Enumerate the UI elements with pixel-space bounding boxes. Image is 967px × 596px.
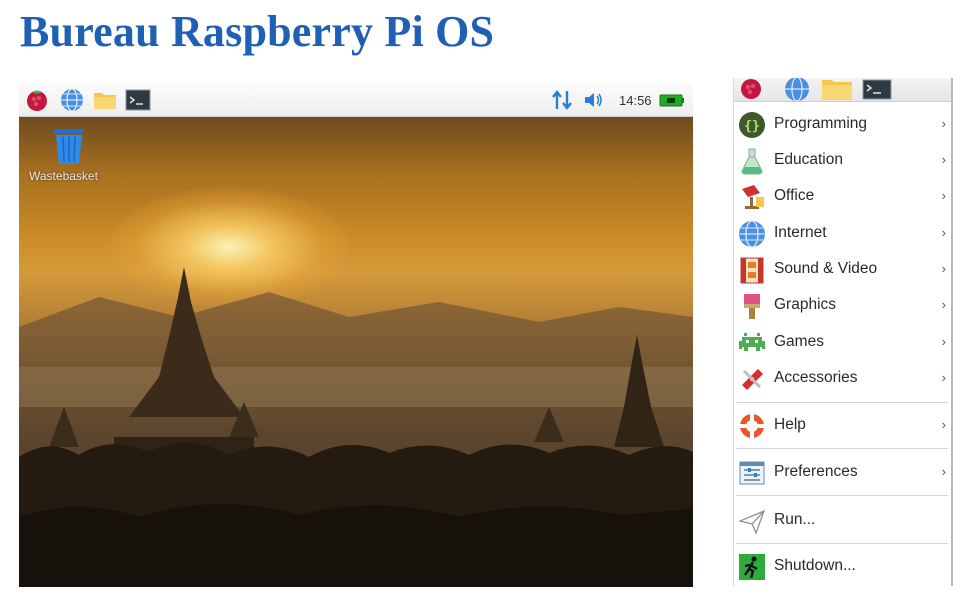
file-manager-icon[interactable] <box>820 78 854 102</box>
taskbar-clock[interactable]: 14:56 <box>619 93 652 108</box>
page-title: Bureau Raspberry Pi OS <box>20 7 495 56</box>
menu-item-preferences[interactable]: Preferences › <box>734 455 951 489</box>
desktop-wallpaper: Wastebasket <box>19 117 693 587</box>
preferences-icon <box>739 461 765 485</box>
raspberry-menu-icon[interactable] <box>24 87 50 113</box>
terminal-icon[interactable] <box>862 78 892 102</box>
shutdown-icon <box>739 554 765 580</box>
wallpaper-landscape <box>19 267 693 587</box>
submenu-arrow-icon: › <box>941 225 946 240</box>
menu-item-education[interactable]: Education › <box>734 143 951 177</box>
menu-separator <box>736 543 948 544</box>
submenu-arrow-icon: › <box>941 188 946 203</box>
menu-separator <box>736 495 948 496</box>
games-icon <box>739 333 765 351</box>
menu-item-label: Internet <box>774 224 827 241</box>
web-browser-icon[interactable] <box>59 87 85 113</box>
menu-item-label: Education <box>774 151 843 168</box>
terminal-icon[interactable] <box>125 87 151 113</box>
menu-item-internet[interactable]: Internet › <box>734 216 951 250</box>
menu-separator <box>736 448 948 449</box>
web-browser-icon[interactable] <box>780 78 814 102</box>
menu-item-label: Sound & Video <box>774 260 878 277</box>
menu-item-label: Help <box>774 416 806 433</box>
wastebasket-label[interactable]: Wastebasket <box>29 169 98 183</box>
menu-item-label: Office <box>774 187 815 204</box>
menu-item-label: Games <box>774 333 824 350</box>
sound-video-icon <box>740 257 764 284</box>
submenu-arrow-icon: › <box>941 261 946 276</box>
programming-icon: {} <box>739 112 765 138</box>
svg-text:{}: {} <box>744 119 760 134</box>
taskbar: 14:56 <box>19 84 693 117</box>
wastebasket-icon[interactable] <box>51 127 87 165</box>
network-icon[interactable] <box>549 87 575 113</box>
applications-menu: {} Programming › Education › Office › In… <box>733 78 953 586</box>
menu-item-office[interactable]: Office › <box>734 179 951 213</box>
submenu-arrow-icon: › <box>941 370 946 385</box>
menu-item-shutdown[interactable]: Shutdown... <box>734 549 951 583</box>
help-icon <box>740 414 764 438</box>
education-icon <box>741 148 763 175</box>
menu-item-label: Run... <box>774 511 816 528</box>
menu-item-run[interactable]: Run... <box>734 503 951 537</box>
accessories-icon <box>742 369 763 390</box>
menu-item-accessories[interactable]: Accessories › <box>734 361 951 395</box>
submenu-arrow-icon: › <box>941 297 946 312</box>
menu-taskbar <box>734 78 951 102</box>
submenu-arrow-icon: › <box>941 464 946 479</box>
file-manager-icon[interactable] <box>92 87 118 113</box>
run-icon <box>738 509 766 535</box>
menu-item-label: Programming <box>774 115 868 132</box>
menu-item-help[interactable]: Help › <box>734 408 951 442</box>
menu-item-label: Shutdown... <box>774 557 856 574</box>
menu-item-programming[interactable]: {} Programming › <box>734 107 951 141</box>
menu-item-graphics[interactable]: Graphics › <box>734 288 951 322</box>
menu-item-games[interactable]: Games › <box>734 325 951 359</box>
submenu-arrow-icon: › <box>941 116 946 131</box>
raspberry-menu-icon[interactable] <box>738 78 764 102</box>
volume-icon[interactable] <box>581 87 607 113</box>
menu-item-sound-video[interactable]: Sound & Video › <box>734 252 951 286</box>
menu-separator <box>736 402 948 403</box>
menu-item-label: Accessories <box>774 369 858 386</box>
menu-item-label: Graphics <box>774 296 837 313</box>
office-icon <box>742 185 764 209</box>
battery-icon[interactable] <box>659 87 685 113</box>
internet-icon <box>739 220 765 248</box>
desktop-screenshot: Wastebasket 14:56 <box>19 84 693 587</box>
submenu-arrow-icon: › <box>941 417 946 432</box>
graphics-icon <box>744 294 760 319</box>
submenu-arrow-icon: › <box>941 334 946 349</box>
menu-item-label: Preferences <box>774 463 858 480</box>
submenu-arrow-icon: › <box>941 152 946 167</box>
